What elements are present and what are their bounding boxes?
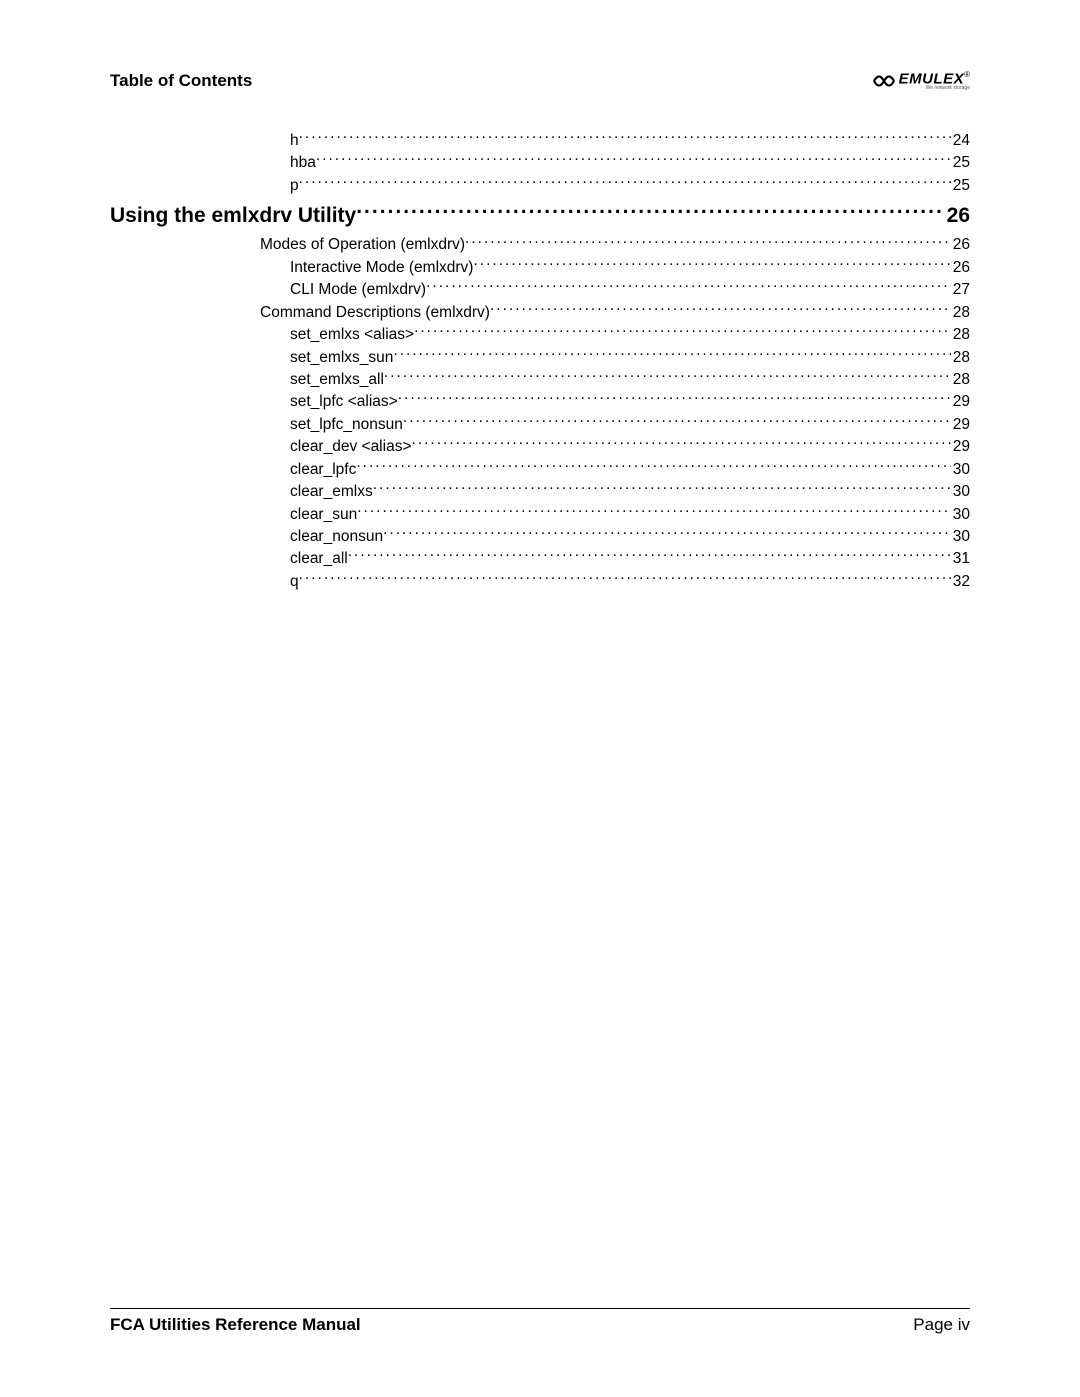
toc-leader [299,174,951,190]
toc-entry-page: 30 [951,527,970,548]
toc-entry-page: 28 [951,348,970,369]
toc-entry-title: set_lpfc_nonsun [290,415,403,436]
header-title: Table of Contents [110,71,252,91]
toc-entry[interactable]: Interactive Mode (emlxdrv) 26 [110,256,970,278]
toc-entry-page: 28 [951,325,970,346]
toc-section-heading[interactable]: Using the emlxdrv Utility 26 [110,201,970,230]
toc-entries: Modes of Operation (emlxdrv) 26Interacti… [110,234,970,593]
toc-leader [348,548,951,564]
toc-leader [414,324,951,340]
toc-entry-page: 26 [951,235,970,256]
toc-entry-title: set_emlxs <alias> [290,325,414,346]
toc-entry-page: 30 [951,505,970,526]
toc-entry-title: Command Descriptions (emlxdrv) [260,303,490,324]
trademark-icon: ® [964,70,970,79]
toc-leader [403,413,951,429]
toc-leader [299,129,951,145]
toc-entry-page: 32 [951,572,970,593]
toc-entry-title: clear_sun [290,505,357,526]
emulex-mark-icon [873,74,895,88]
toc-leader [356,458,950,474]
toc-leader [412,436,951,452]
toc-leader [357,503,951,519]
toc-entry[interactable]: set_lpfc_nonsun 29 [110,413,970,435]
toc-entry[interactable]: h 24 [110,129,970,151]
toc-leader [384,368,951,384]
toc-entry-page: 28 [951,303,970,324]
toc-entry[interactable]: set_emlxs_sun 28 [110,346,970,368]
toc-leader [398,391,951,407]
toc-entry-title: h [290,131,299,152]
toc-entry-title: clear_emlxs [290,482,373,503]
toc-entry[interactable]: clear_emlxs 30 [110,481,970,503]
toc-leader [393,346,950,362]
toc-leader [316,152,951,168]
toc-entry-page: 24 [951,131,970,152]
logo-text-wrap: EMULEX® We network storage [899,70,970,91]
toc-entry[interactable]: CLI Mode (emlxdrv) 27 [110,279,970,301]
toc-entry-title: CLI Mode (emlxdrv) [290,280,426,301]
toc-entry-page: 29 [951,392,970,413]
page-header: Table of Contents EMULEX® We network sto… [110,70,970,91]
toc-entry[interactable]: set_emlxs_all 28 [110,368,970,390]
toc-entry[interactable]: p 25 [110,174,970,196]
toc-section-page: 26 [945,202,970,230]
toc-entry-page: 30 [951,482,970,503]
toc-entry-title: set_emlxs_all [290,370,384,391]
toc-entry[interactable]: q 32 [110,570,970,592]
toc-entry[interactable]: clear_nonsun 30 [110,525,970,547]
toc-entry-page: 26 [951,258,970,279]
toc-entry-page: 31 [951,549,970,570]
footer-manual-title: FCA Utilities Reference Manual [110,1315,361,1335]
toc-entry-title: Interactive Mode (emlxdrv) [290,258,473,279]
page-footer: FCA Utilities Reference Manual Page iv [110,1308,970,1335]
toc-entry-title: clear_all [290,549,348,570]
toc-entry[interactable]: set_emlxs <alias> 28 [110,324,970,346]
toc-entry-title: clear_lpfc [290,460,356,481]
toc-entry-title: q [290,572,299,593]
toc-entry-page: 30 [951,460,970,481]
toc-entry-title: clear_dev <alias> [290,437,412,458]
toc-leader [426,279,951,295]
table-of-contents: h 24hba 25p 25 Using the emlxdrv Utility… [110,129,970,592]
toc-entry-title: p [290,176,299,197]
toc-entry[interactable]: set_lpfc <alias> 29 [110,391,970,413]
toc-entry[interactable]: clear_dev <alias> 29 [110,436,970,458]
toc-entry[interactable]: Modes of Operation (emlxdrv) 26 [110,234,970,256]
toc-entry[interactable]: clear_lpfc 30 [110,458,970,480]
page-content: Table of Contents EMULEX® We network sto… [0,0,1080,593]
toc-leader [490,301,951,317]
toc-leader [465,234,951,250]
toc-section-title: Using the emlxdrv Utility [110,202,356,230]
toc-entry-page: 25 [951,153,970,174]
toc-entry-page: 29 [951,415,970,436]
toc-leader [356,201,944,222]
toc-entry-title: Modes of Operation (emlxdrv) [260,235,465,256]
toc-entry[interactable]: clear_sun 30 [110,503,970,525]
toc-entry[interactable]: hba 25 [110,152,970,174]
brand-logo: EMULEX® We network storage [873,70,970,91]
toc-leader [383,525,951,541]
toc-entry-title: set_emlxs_sun [290,348,393,369]
toc-entry-page: 27 [951,280,970,301]
toc-entry-title: hba [290,153,316,174]
toc-leader [373,481,951,497]
toc-entry-title: set_lpfc <alias> [290,392,398,413]
toc-entry-page: 29 [951,437,970,458]
toc-entry-page: 28 [951,370,970,391]
toc-entry-page: 25 [951,176,970,197]
toc-leader [299,570,951,586]
toc-entry-title: clear_nonsun [290,527,383,548]
toc-entry[interactable]: Command Descriptions (emlxdrv) 28 [110,301,970,323]
toc-pre-entries: h 24hba 25p 25 [110,129,970,196]
footer-page-number: Page iv [913,1315,970,1335]
toc-entry[interactable]: clear_all 31 [110,548,970,570]
toc-leader [473,256,950,272]
